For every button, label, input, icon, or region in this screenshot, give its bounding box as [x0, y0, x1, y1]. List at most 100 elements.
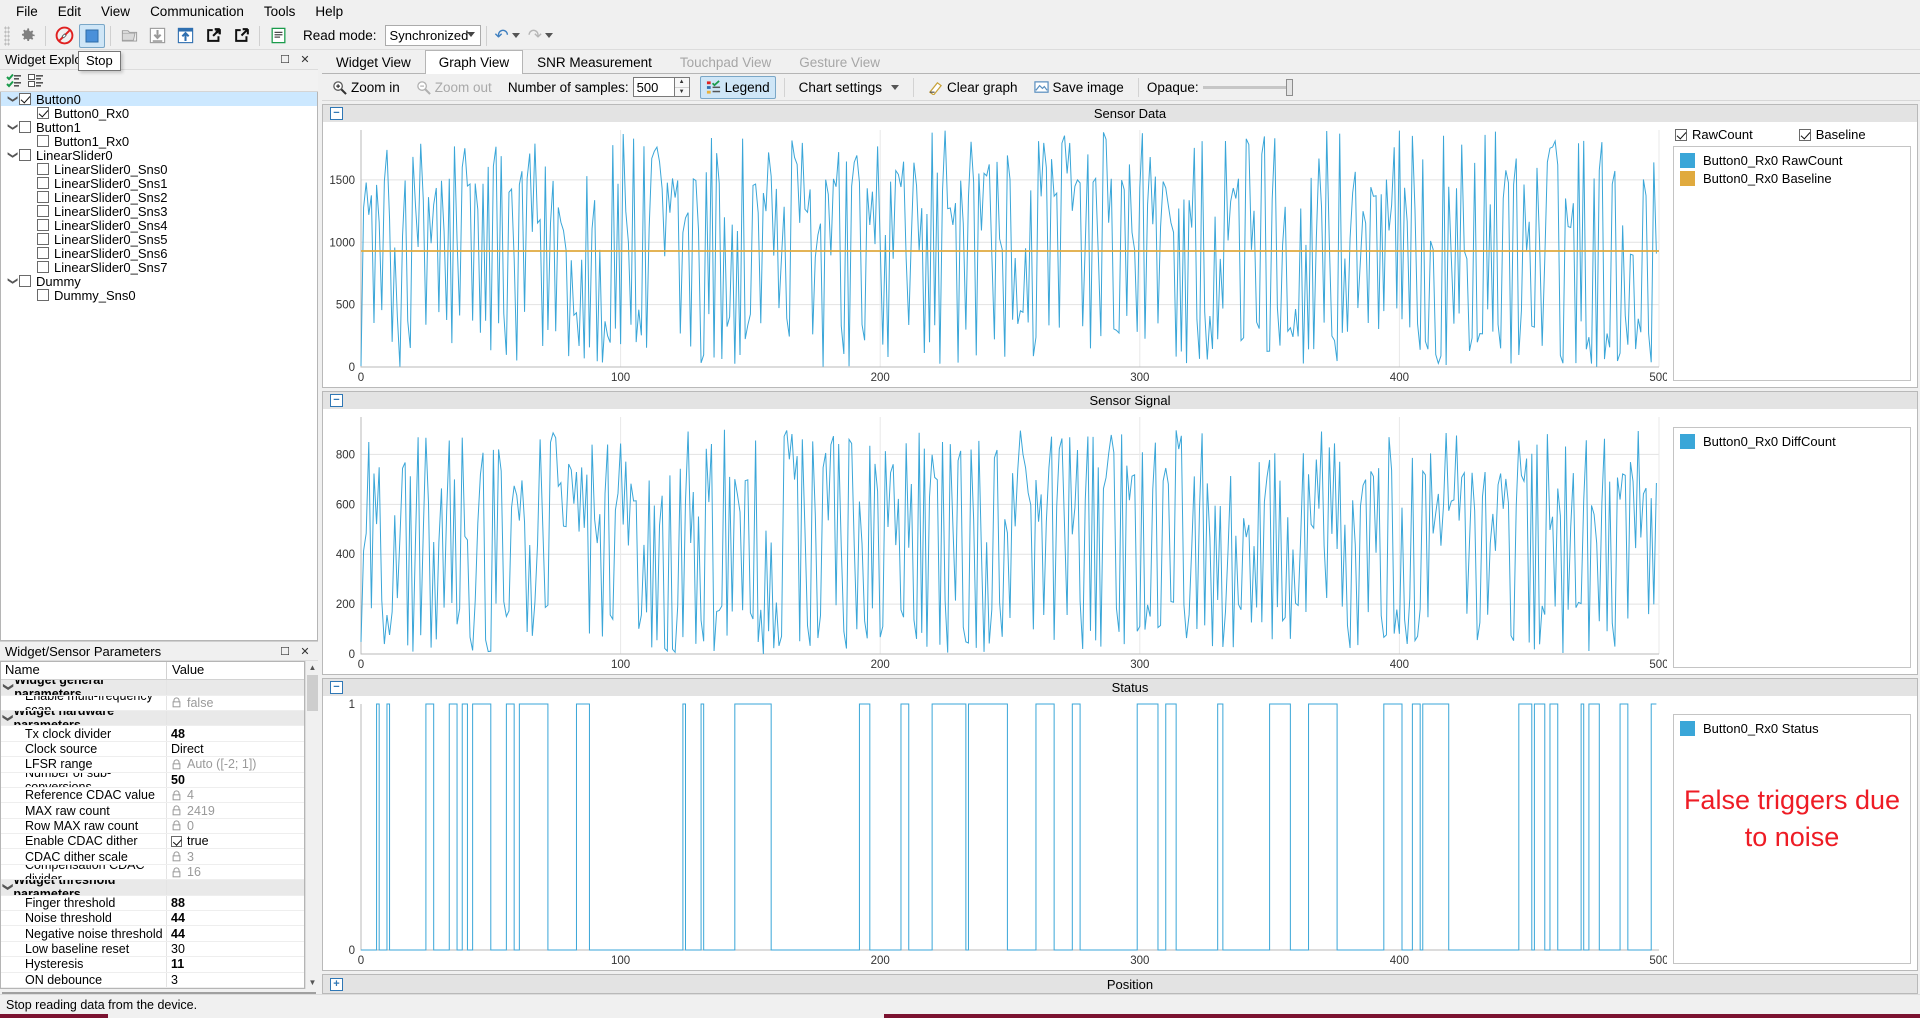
tab-snr-measurement[interactable]: SNR Measurement	[523, 51, 666, 73]
chart-settings-button[interactable]: Chart settings	[793, 76, 905, 99]
menu-item-help[interactable]: Help	[305, 2, 353, 21]
menu-item-view[interactable]: View	[91, 2, 140, 21]
stepper-up-icon[interactable]: ▲	[674, 78, 689, 88]
parameter-row[interactable]: Hysteresis 11	[1, 957, 304, 973]
close-icon[interactable]: ✕	[298, 53, 312, 67]
parameter-row[interactable]: ON debounce 3	[1, 972, 304, 988]
undo-button[interactable]: ↶	[492, 24, 523, 48]
tree-node-checkbox[interactable]	[37, 191, 49, 203]
parameter-value-cell[interactable]	[167, 711, 304, 725]
parameter-row[interactable]: Reference CDAC value 4	[1, 787, 304, 804]
scroll-up-icon[interactable]: ▲	[306, 661, 319, 675]
clear-graph-button[interactable]: Clear graph	[922, 76, 1024, 99]
parameter-row[interactable]: Negative noise threshold 44	[1, 926, 304, 942]
samples-input[interactable]: 500	[632, 77, 675, 97]
legend-toggle-button[interactable]: Legend	[699, 75, 776, 99]
close-icon[interactable]: ✕	[298, 644, 312, 658]
parameter-value-cell[interactable]: 3	[167, 973, 304, 987]
tree-node-dummy_sns0[interactable]: ❯Dummy_Sns0	[1, 288, 317, 303]
scroll-down-icon[interactable]: ▼	[306, 976, 319, 989]
chevron-down-icon[interactable]: ❯	[7, 120, 18, 134]
float-panel-icon[interactable]: ☐	[278, 53, 292, 67]
parameter-row[interactable]: Compensation CDAC divider 16	[1, 864, 304, 881]
parameter-row[interactable]: Enable CDAC dither true	[1, 834, 304, 850]
export-icon[interactable]	[228, 24, 254, 48]
parameter-row[interactable]: ❯ Widget threshold parameters	[1, 880, 304, 896]
parameter-checkbox[interactable]	[171, 835, 182, 847]
slider-knob[interactable]	[1285, 78, 1293, 96]
tree-node-linearslider0[interactable]: ❯ LinearSlider0	[1, 148, 317, 163]
save-image-button[interactable]: Save image	[1028, 76, 1130, 99]
parameters-table[interactable]: Name Value ❯ Widget general parameters Ena…	[0, 661, 305, 989]
parameter-row[interactable]: Low baseline reset 30	[1, 941, 304, 958]
tree-node-linearslider0_sns1[interactable]: ❯LinearSlider0_Sns1	[1, 176, 317, 191]
settings-gear-button[interactable]	[14, 24, 40, 48]
parameter-row[interactable]: Row MAX raw count 0	[1, 818, 304, 835]
tree-node-checkbox[interactable]	[37, 107, 49, 119]
upload-to-device-icon[interactable]	[172, 24, 198, 48]
menu-item-communication[interactable]: Communication	[140, 2, 254, 21]
parameter-value-cell[interactable]: 50	[167, 773, 304, 787]
tree-node-checkbox[interactable]	[19, 275, 31, 287]
toolbar-grip[interactable]	[4, 25, 10, 46]
tree-node-button0[interactable]: ❯ Button0	[1, 92, 317, 107]
tree-node-linearslider0_sns5[interactable]: ❯LinearSlider0_Sns5	[1, 232, 317, 247]
rawcount-checkbox[interactable]: RawCount	[1675, 127, 1753, 142]
tree-node-linearslider0_sns6[interactable]: ❯LinearSlider0_Sns6	[1, 246, 317, 261]
tree-node-linearslider0_sns4[interactable]: ❯LinearSlider0_Sns4	[1, 218, 317, 233]
check-all-icon[interactable]	[6, 73, 22, 88]
chevron-down-icon[interactable]: ❯	[7, 92, 18, 106]
open-folder-icon[interactable]	[116, 24, 142, 48]
status-plot[interactable]: 0 1 0 100 200 300 400 500	[323, 696, 1667, 970]
parameter-value-cell[interactable]: true	[167, 834, 304, 848]
parameter-row[interactable]: Enable multi-frequency scan false	[1, 695, 304, 711]
parameters-scrollbar[interactable]: ▲ ▼	[305, 661, 319, 989]
disconnect-button[interactable]	[51, 24, 77, 48]
tree-node-linearslider0_sns2[interactable]: ❯LinearSlider0_Sns2	[1, 190, 317, 205]
parameter-value-cell[interactable]: 16	[167, 865, 304, 879]
parameter-row[interactable]: LFSR range Auto ([-2; 1])	[1, 757, 304, 773]
parameter-row[interactable]: CDAC dither scale 3	[1, 849, 304, 865]
scrollbar-thumb[interactable]	[307, 675, 318, 712]
tree-node-linearslider0_sns7[interactable]: ❯LinearSlider0_Sns7	[1, 260, 317, 275]
parameter-value-cell[interactable]: 44	[167, 911, 304, 925]
legend-item[interactable]: Button0_Rx0 RawCount	[1680, 153, 1904, 168]
parameter-value-cell[interactable]	[167, 680, 304, 694]
samples-stepper[interactable]: ▲ ▼	[674, 77, 690, 97]
parameter-value-cell[interactable]: 3	[167, 849, 304, 864]
zoom-in-button[interactable]: Zoom in	[326, 76, 406, 99]
menu-item-file[interactable]: File	[6, 2, 48, 21]
parameter-value-cell[interactable]: 0	[167, 819, 304, 833]
tree-node-checkbox[interactable]	[37, 163, 49, 175]
tree-node-linearslider0_sns0[interactable]: ❯LinearSlider0_Sns0	[1, 162, 317, 177]
parameter-row[interactable]: MAX raw count 2419	[1, 803, 304, 819]
download-to-device-icon[interactable]	[144, 24, 170, 48]
parameter-value-cell[interactable]: Direct	[167, 742, 304, 756]
parameter-value-cell[interactable]: 30	[167, 942, 304, 956]
parameter-row[interactable]: Finger threshold 88	[1, 895, 304, 912]
tree-node-dummy[interactable]: ❯ Dummy	[1, 274, 317, 289]
tree-node-button1[interactable]: ❯ Button1	[1, 120, 317, 135]
legend-item[interactable]: Button0_Rx0 DiffCount	[1680, 434, 1904, 450]
widget-tree[interactable]: ❯Button0❯Button0_Rx0❯Button1❯Button1_Rx0…	[0, 92, 318, 642]
parameter-row[interactable]: ❯ Widget general parameters	[1, 680, 304, 696]
tree-node-checkbox[interactable]	[37, 219, 49, 231]
menu-item-tools[interactable]: Tools	[254, 2, 306, 21]
uncheck-all-icon[interactable]	[28, 73, 44, 88]
redo-button[interactable]: ↷	[525, 24, 556, 48]
import-icon[interactable]	[200, 24, 226, 48]
opaque-slider[interactable]	[1202, 78, 1293, 96]
chevron-down-icon[interactable]: ❯	[2, 712, 13, 724]
parameter-value-cell[interactable]: false	[167, 696, 304, 710]
stop-button[interactable]	[79, 23, 105, 48]
parameter-value-cell[interactable]	[167, 880, 304, 894]
collapse-icon[interactable]: −	[330, 681, 343, 695]
baseline-checkbox[interactable]: Baseline	[1798, 127, 1866, 142]
tree-node-checkbox[interactable]	[19, 121, 31, 133]
tab-graph-view[interactable]: Graph View	[424, 50, 524, 74]
tree-node-checkbox[interactable]	[37, 177, 49, 189]
sensor-data-plot[interactable]: 0 500 1000 1500 0 100 200 300 400 500	[323, 122, 1667, 388]
parameter-row[interactable]: Tx clock divider 48	[1, 726, 304, 742]
tree-node-checkbox[interactable]	[37, 135, 49, 147]
collapse-icon[interactable]: −	[330, 394, 343, 408]
